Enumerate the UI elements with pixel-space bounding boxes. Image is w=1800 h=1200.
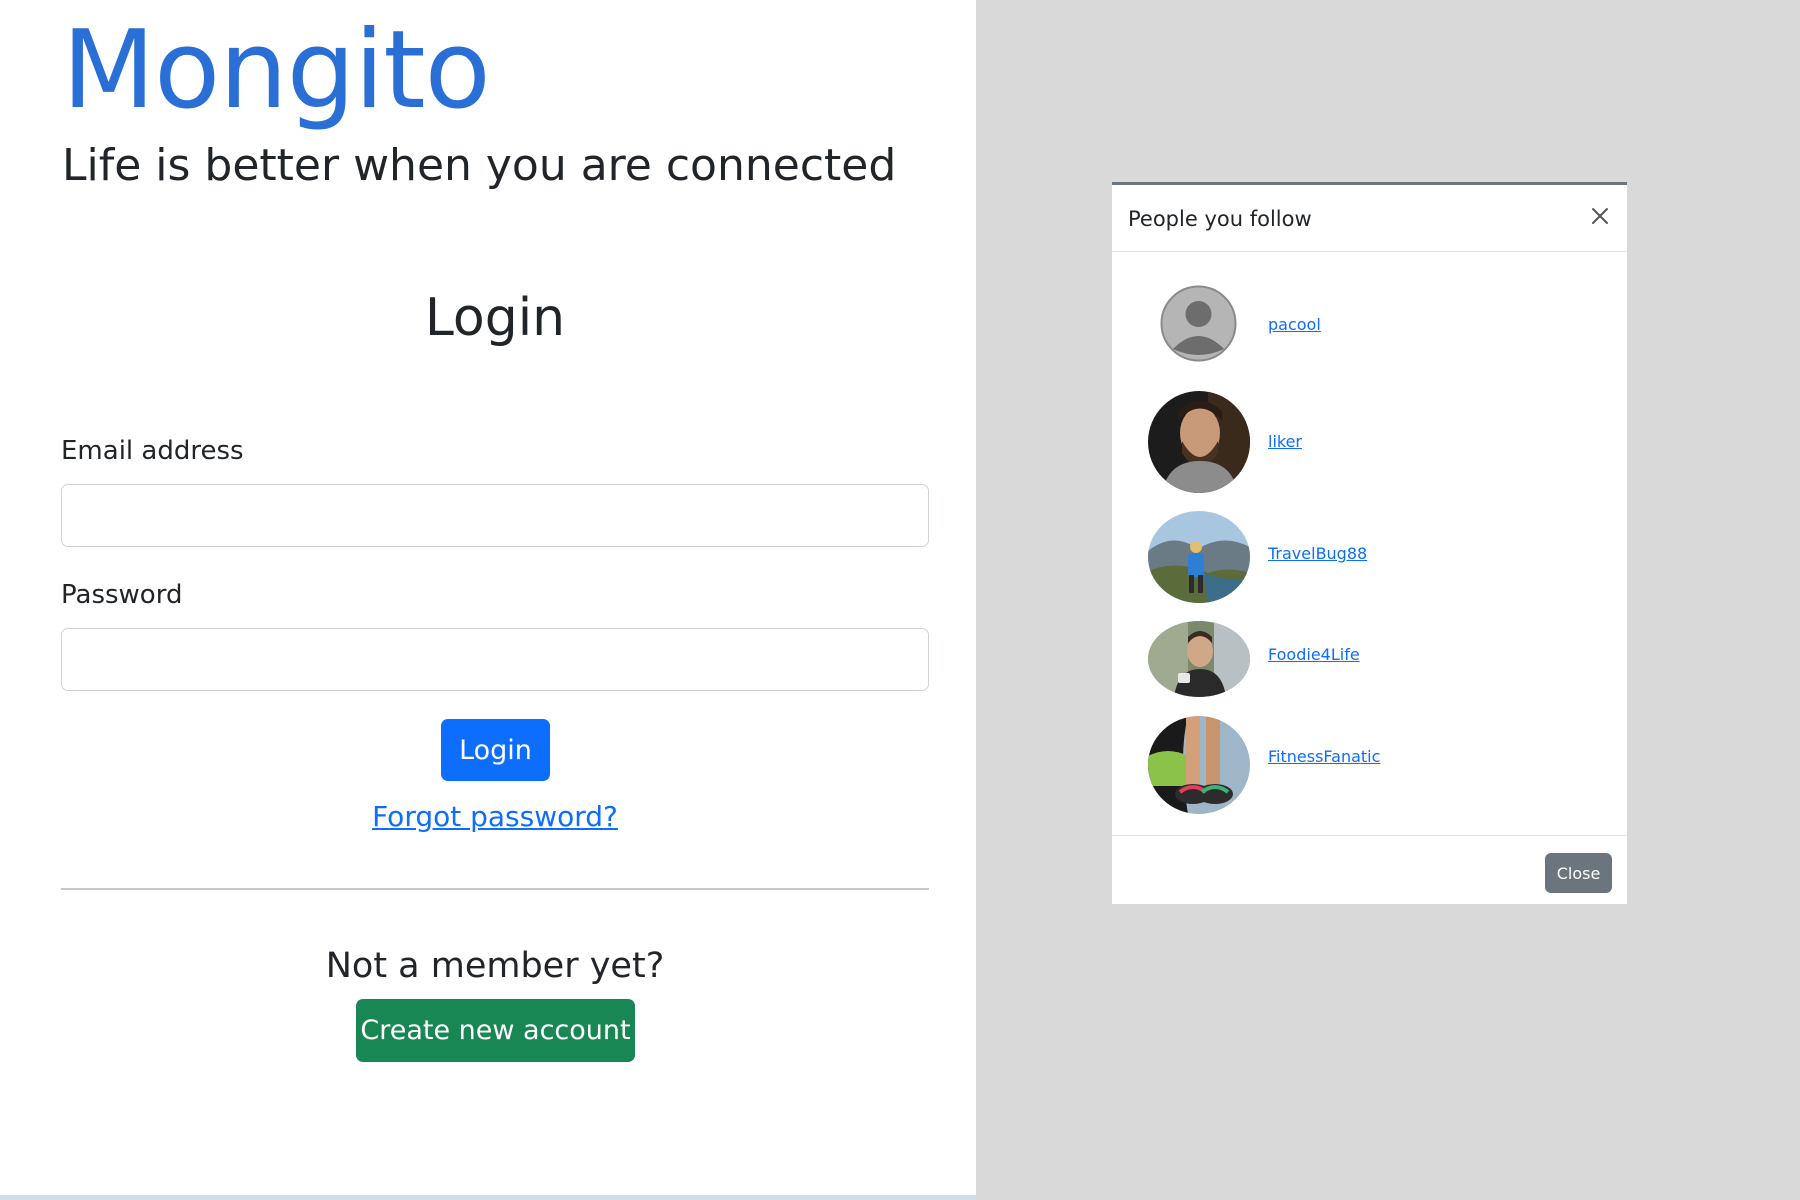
email-label: Email address xyxy=(61,436,244,466)
list-item xyxy=(1148,621,1250,697)
list-item xyxy=(1160,285,1237,362)
smiling-man-avatar[interactable] xyxy=(1148,621,1250,697)
create-account-button[interactable]: Create new account xyxy=(356,999,635,1062)
not-member-text: Not a member yet? xyxy=(325,946,665,986)
followed-user-link[interactable]: liker xyxy=(1268,432,1302,451)
default-avatar-icon[interactable] xyxy=(1160,285,1237,362)
brand-logo-text: Mongito xyxy=(62,8,491,133)
email-field[interactable] xyxy=(61,484,929,547)
list-item xyxy=(1148,511,1250,603)
modal-header: People you follow xyxy=(1112,185,1627,252)
login-page: Mongito Life is better when you are conn… xyxy=(0,0,976,1200)
forgot-password-link[interactable]: Forgot password? xyxy=(61,800,929,833)
followed-user-link[interactable]: pacool xyxy=(1268,315,1321,334)
page-bottom-strip xyxy=(0,1195,976,1200)
modal-title: People you follow xyxy=(1128,207,1312,231)
hiker-avatar[interactable] xyxy=(1148,511,1250,603)
close-icon[interactable] xyxy=(1585,201,1615,231)
login-button[interactable]: Login xyxy=(441,719,550,781)
following-modal: People you follow pacool liker TravelBug… xyxy=(1112,182,1627,904)
close-button[interactable]: Close xyxy=(1545,853,1612,893)
password-label: Password xyxy=(61,580,183,610)
divider xyxy=(61,888,929,890)
password-field[interactable] xyxy=(61,628,929,691)
sneakers-avatar[interactable] xyxy=(1148,716,1250,814)
followed-user-link[interactable]: FitnessFanatic xyxy=(1268,747,1380,766)
list-item xyxy=(1148,716,1250,814)
modal-body: pacool liker TravelBug88 Foodie4Life Fit… xyxy=(1112,252,1627,835)
followed-user-link[interactable]: Foodie4Life xyxy=(1268,645,1360,664)
login-heading: Login xyxy=(424,288,566,348)
brand-tagline: Life is better when you are connected xyxy=(62,140,897,191)
bearded-man-avatar[interactable] xyxy=(1148,391,1250,493)
list-item xyxy=(1148,391,1250,493)
followed-user-link[interactable]: TravelBug88 xyxy=(1268,544,1367,563)
modal-footer: Close xyxy=(1112,835,1627,907)
